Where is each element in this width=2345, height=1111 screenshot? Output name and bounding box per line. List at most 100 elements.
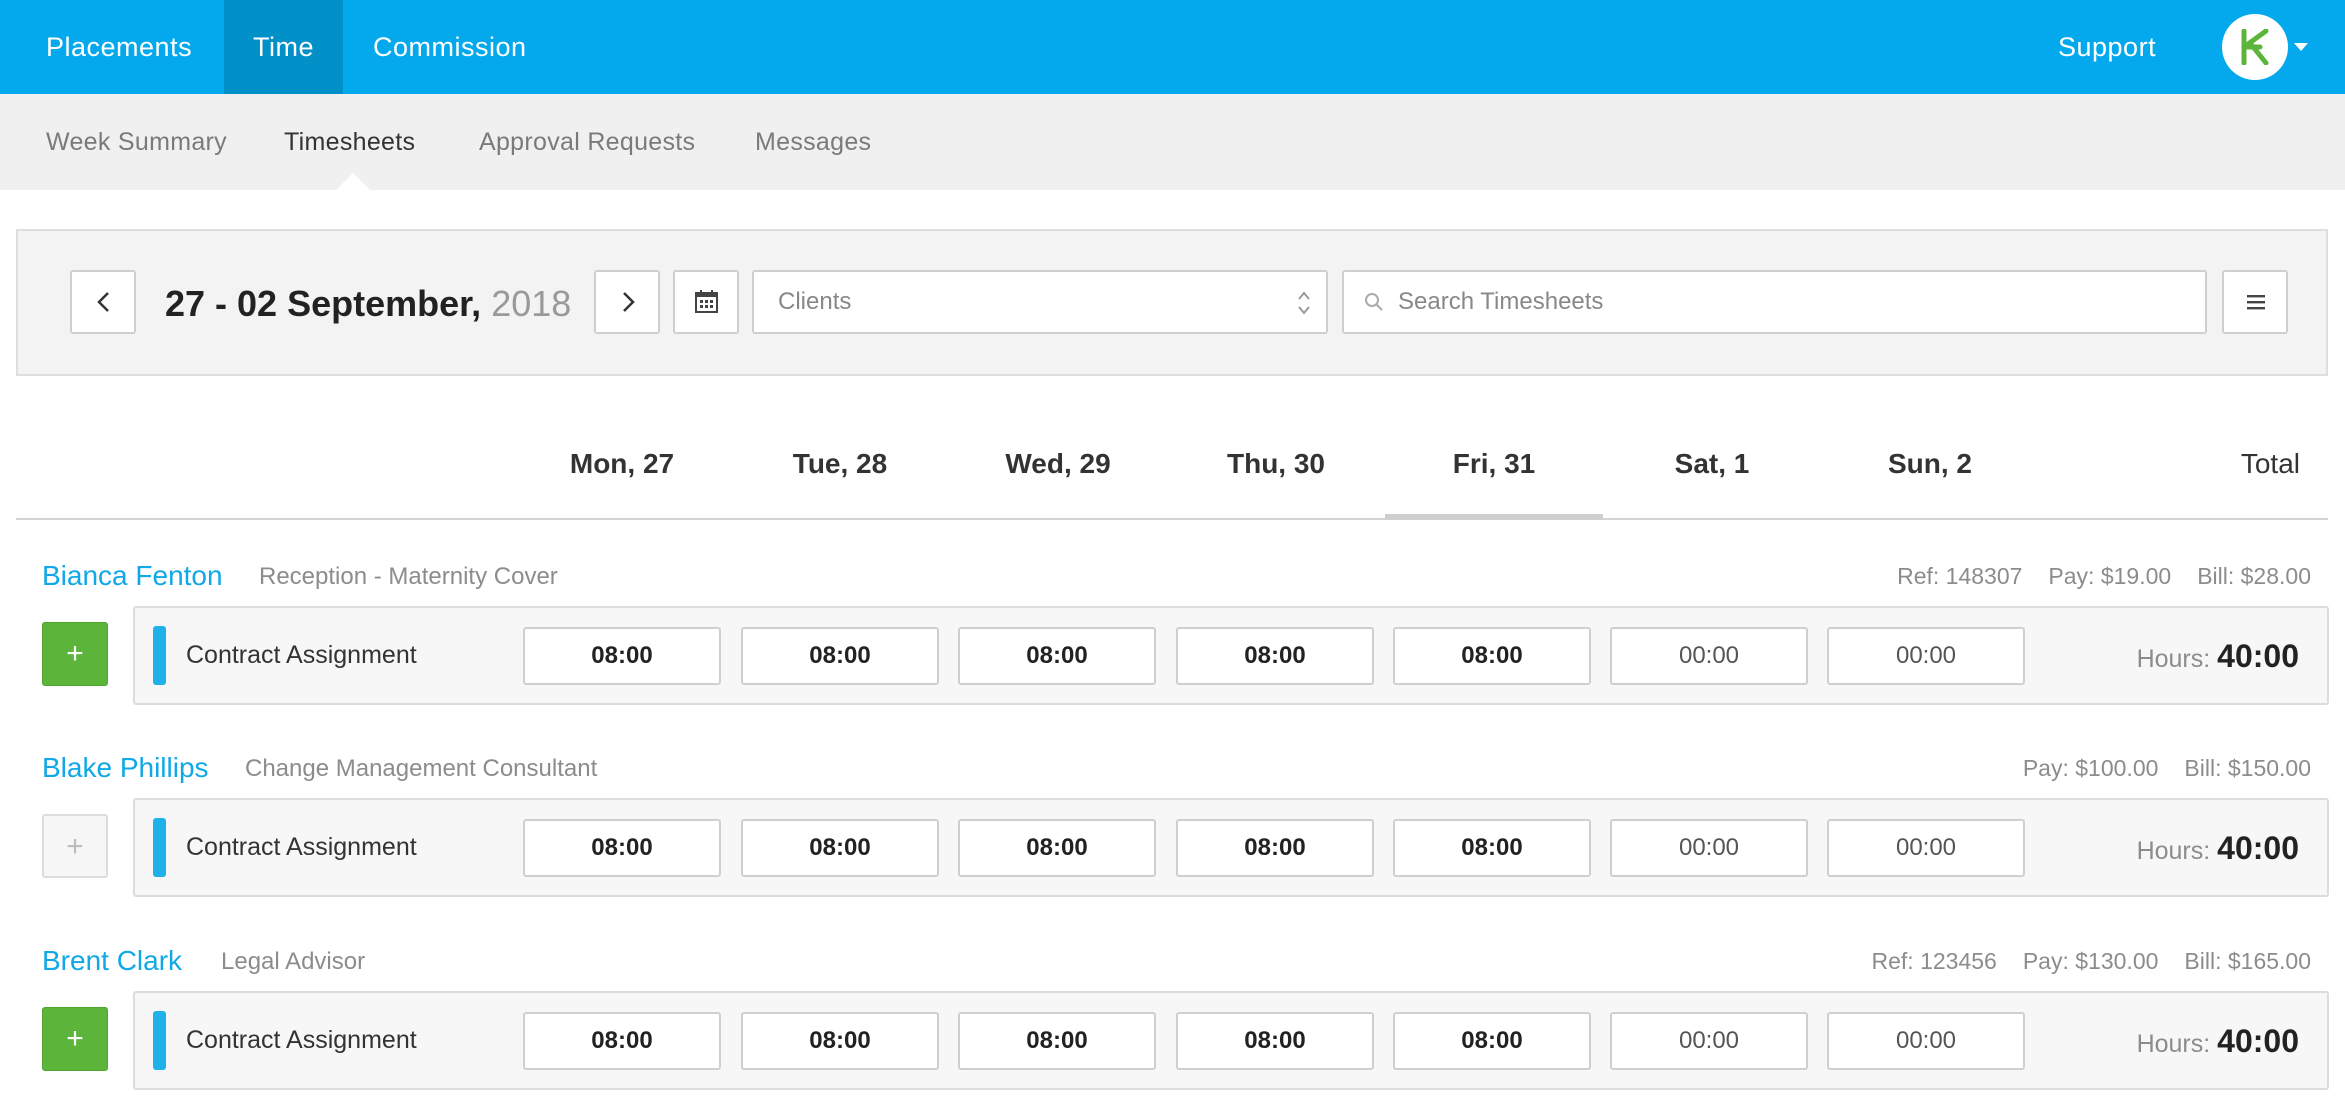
- person-ref: Ref: 148307: [1897, 563, 2023, 589]
- time-input-sat[interactable]: 00:00: [1610, 819, 1808, 877]
- hours-label: Hours:: [2136, 645, 2211, 673]
- plus-icon: +: [66, 1022, 84, 1055]
- hours-value: 40:00: [2217, 830, 2299, 866]
- plus-icon: +: [66, 637, 84, 670]
- time-input-wed[interactable]: 08:00: [958, 1012, 1156, 1070]
- clients-select-value: Clients: [778, 288, 852, 315]
- time-input-fri[interactable]: 08:00: [1393, 627, 1591, 685]
- time-input-fri[interactable]: 08:00: [1393, 819, 1591, 877]
- time-input-thu[interactable]: 08:00: [1176, 1012, 1374, 1070]
- add-timesheet-button[interactable]: +: [42, 1007, 108, 1071]
- active-day-indicator: [1385, 514, 1603, 520]
- person-name-link[interactable]: Brent Clark: [42, 945, 182, 977]
- time-input-fri[interactable]: 08:00: [1393, 1012, 1591, 1070]
- hamburger-menu-icon: [2247, 295, 2265, 310]
- day-header-mon: Mon, 27: [569, 448, 675, 479]
- day-header-thu: Thu, 30: [1226, 448, 1325, 479]
- brand-logo-icon: [2241, 29, 2269, 65]
- person-role: Change Management Consultant: [245, 755, 598, 782]
- person-name-link[interactable]: Bianca Fenton: [42, 560, 223, 592]
- person-name-link[interactable]: Blake Phillips: [42, 752, 209, 784]
- day-header-tue: Tue, 28: [792, 448, 888, 479]
- search-input[interactable]: [1398, 282, 2178, 322]
- select-arrows-icon: [1298, 291, 1310, 315]
- row-hours-total: Hours: 40:00: [2137, 638, 2299, 675]
- header-divider: [16, 518, 2328, 520]
- assignment-color-stripe: [153, 818, 166, 877]
- time-input-mon[interactable]: 08:00: [523, 627, 721, 685]
- plus-icon: +: [66, 830, 84, 863]
- avatar-dropdown-caret-icon[interactable]: [2294, 43, 2308, 51]
- nav-commission[interactable]: Commission: [344, 0, 556, 94]
- time-input-sun[interactable]: 00:00: [1827, 627, 2025, 685]
- time-input-mon[interactable]: 08:00: [523, 819, 721, 877]
- chevron-right-icon: [623, 292, 635, 312]
- active-tab-pointer: [335, 173, 371, 191]
- person-bill: Bill: $28.00: [2197, 563, 2311, 589]
- prev-week-button[interactable]: [70, 270, 136, 334]
- person-bill: Bill: $150.00: [2184, 755, 2311, 781]
- assignment-color-stripe: [153, 626, 166, 685]
- top-navigation-bar: Placements Time Commission Support: [0, 0, 2345, 94]
- day-header-wed: Wed, 29: [1005, 448, 1111, 479]
- person-pay: Pay: $130.00: [2022, 948, 2159, 974]
- person-pay: Pay: $19.00: [2048, 563, 2172, 589]
- person-pay: Pay: $100.00: [2022, 755, 2159, 781]
- search-timesheets-box[interactable]: [1342, 270, 2207, 334]
- bill-label: Bill:: [2184, 755, 2222, 781]
- assignment-label: Contract Assignment: [186, 1026, 417, 1054]
- assignment-label: Contract Assignment: [186, 833, 417, 861]
- time-input-sun[interactable]: 00:00: [1827, 1012, 2025, 1070]
- bill-value: $150.00: [2227, 755, 2311, 781]
- time-input-wed[interactable]: 08:00: [958, 819, 1156, 877]
- time-input-sat[interactable]: 00:00: [1610, 627, 1808, 685]
- week-range-text: 27 - 02 September,: [165, 283, 482, 324]
- tab-approval-requests[interactable]: Approval Requests: [479, 94, 695, 190]
- week-year: 2018: [491, 283, 572, 324]
- person-meta: Pay: $100.00 Bill: $150.00: [1997, 755, 2311, 782]
- hours-value: 40:00: [2217, 1023, 2299, 1059]
- bill-label: Bill:: [2197, 563, 2235, 589]
- time-input-tue[interactable]: 08:00: [741, 1012, 939, 1070]
- calendar-icon: [695, 290, 718, 313]
- tab-messages[interactable]: Messages: [755, 94, 871, 190]
- nav-placements[interactable]: Placements: [17, 0, 221, 94]
- time-input-thu[interactable]: 08:00: [1176, 627, 1374, 685]
- search-icon: [1365, 293, 1383, 311]
- next-week-button[interactable]: [594, 270, 660, 334]
- time-input-tue[interactable]: 08:00: [741, 627, 939, 685]
- time-input-sat[interactable]: 00:00: [1610, 1012, 1808, 1070]
- time-input-sun[interactable]: 00:00: [1827, 819, 2025, 877]
- person-role: Legal Advisor: [221, 948, 366, 975]
- bill-label: Bill:: [2184, 948, 2222, 974]
- hours-label: Hours:: [2136, 837, 2211, 865]
- person-bill: Bill: $165.00: [2184, 948, 2311, 974]
- hours-value: 40:00: [2217, 638, 2299, 674]
- row-hours-total: Hours: 40:00: [2137, 1023, 2299, 1060]
- time-input-wed[interactable]: 08:00: [958, 627, 1156, 685]
- bill-value: $28.00: [2240, 563, 2311, 589]
- time-input-tue[interactable]: 08:00: [741, 819, 939, 877]
- person-role: Reception - Maternity Cover: [259, 563, 558, 590]
- total-header: Total: [2240, 448, 2300, 479]
- user-avatar[interactable]: [2222, 14, 2288, 80]
- chevron-left-icon: [97, 292, 109, 312]
- nav-time[interactable]: Time: [224, 0, 343, 94]
- person-ref: Ref: 123456: [1871, 948, 1997, 974]
- menu-button[interactable]: [2222, 270, 2288, 334]
- row-hours-total: Hours: 40:00: [2137, 830, 2299, 867]
- calendar-button[interactable]: [673, 270, 739, 334]
- assignment-label: Contract Assignment: [186, 641, 417, 669]
- time-input-mon[interactable]: 08:00: [523, 1012, 721, 1070]
- clients-select[interactable]: Clients: [752, 270, 1328, 334]
- assignment-color-stripe: [153, 1011, 166, 1070]
- day-header-sun: Sun, 2: [1887, 448, 1972, 479]
- add-timesheet-button[interactable]: +: [42, 814, 108, 878]
- add-timesheet-button[interactable]: +: [42, 622, 108, 686]
- time-input-thu[interactable]: 08:00: [1176, 819, 1374, 877]
- nav-support[interactable]: Support: [2029, 0, 2185, 94]
- tab-week-summary[interactable]: Week Summary: [46, 94, 227, 190]
- day-header-sat: Sat, 1: [1674, 448, 1750, 479]
- hours-label: Hours:: [2136, 1030, 2211, 1058]
- week-date-range: 27 - 02 September, 2018: [165, 276, 571, 332]
